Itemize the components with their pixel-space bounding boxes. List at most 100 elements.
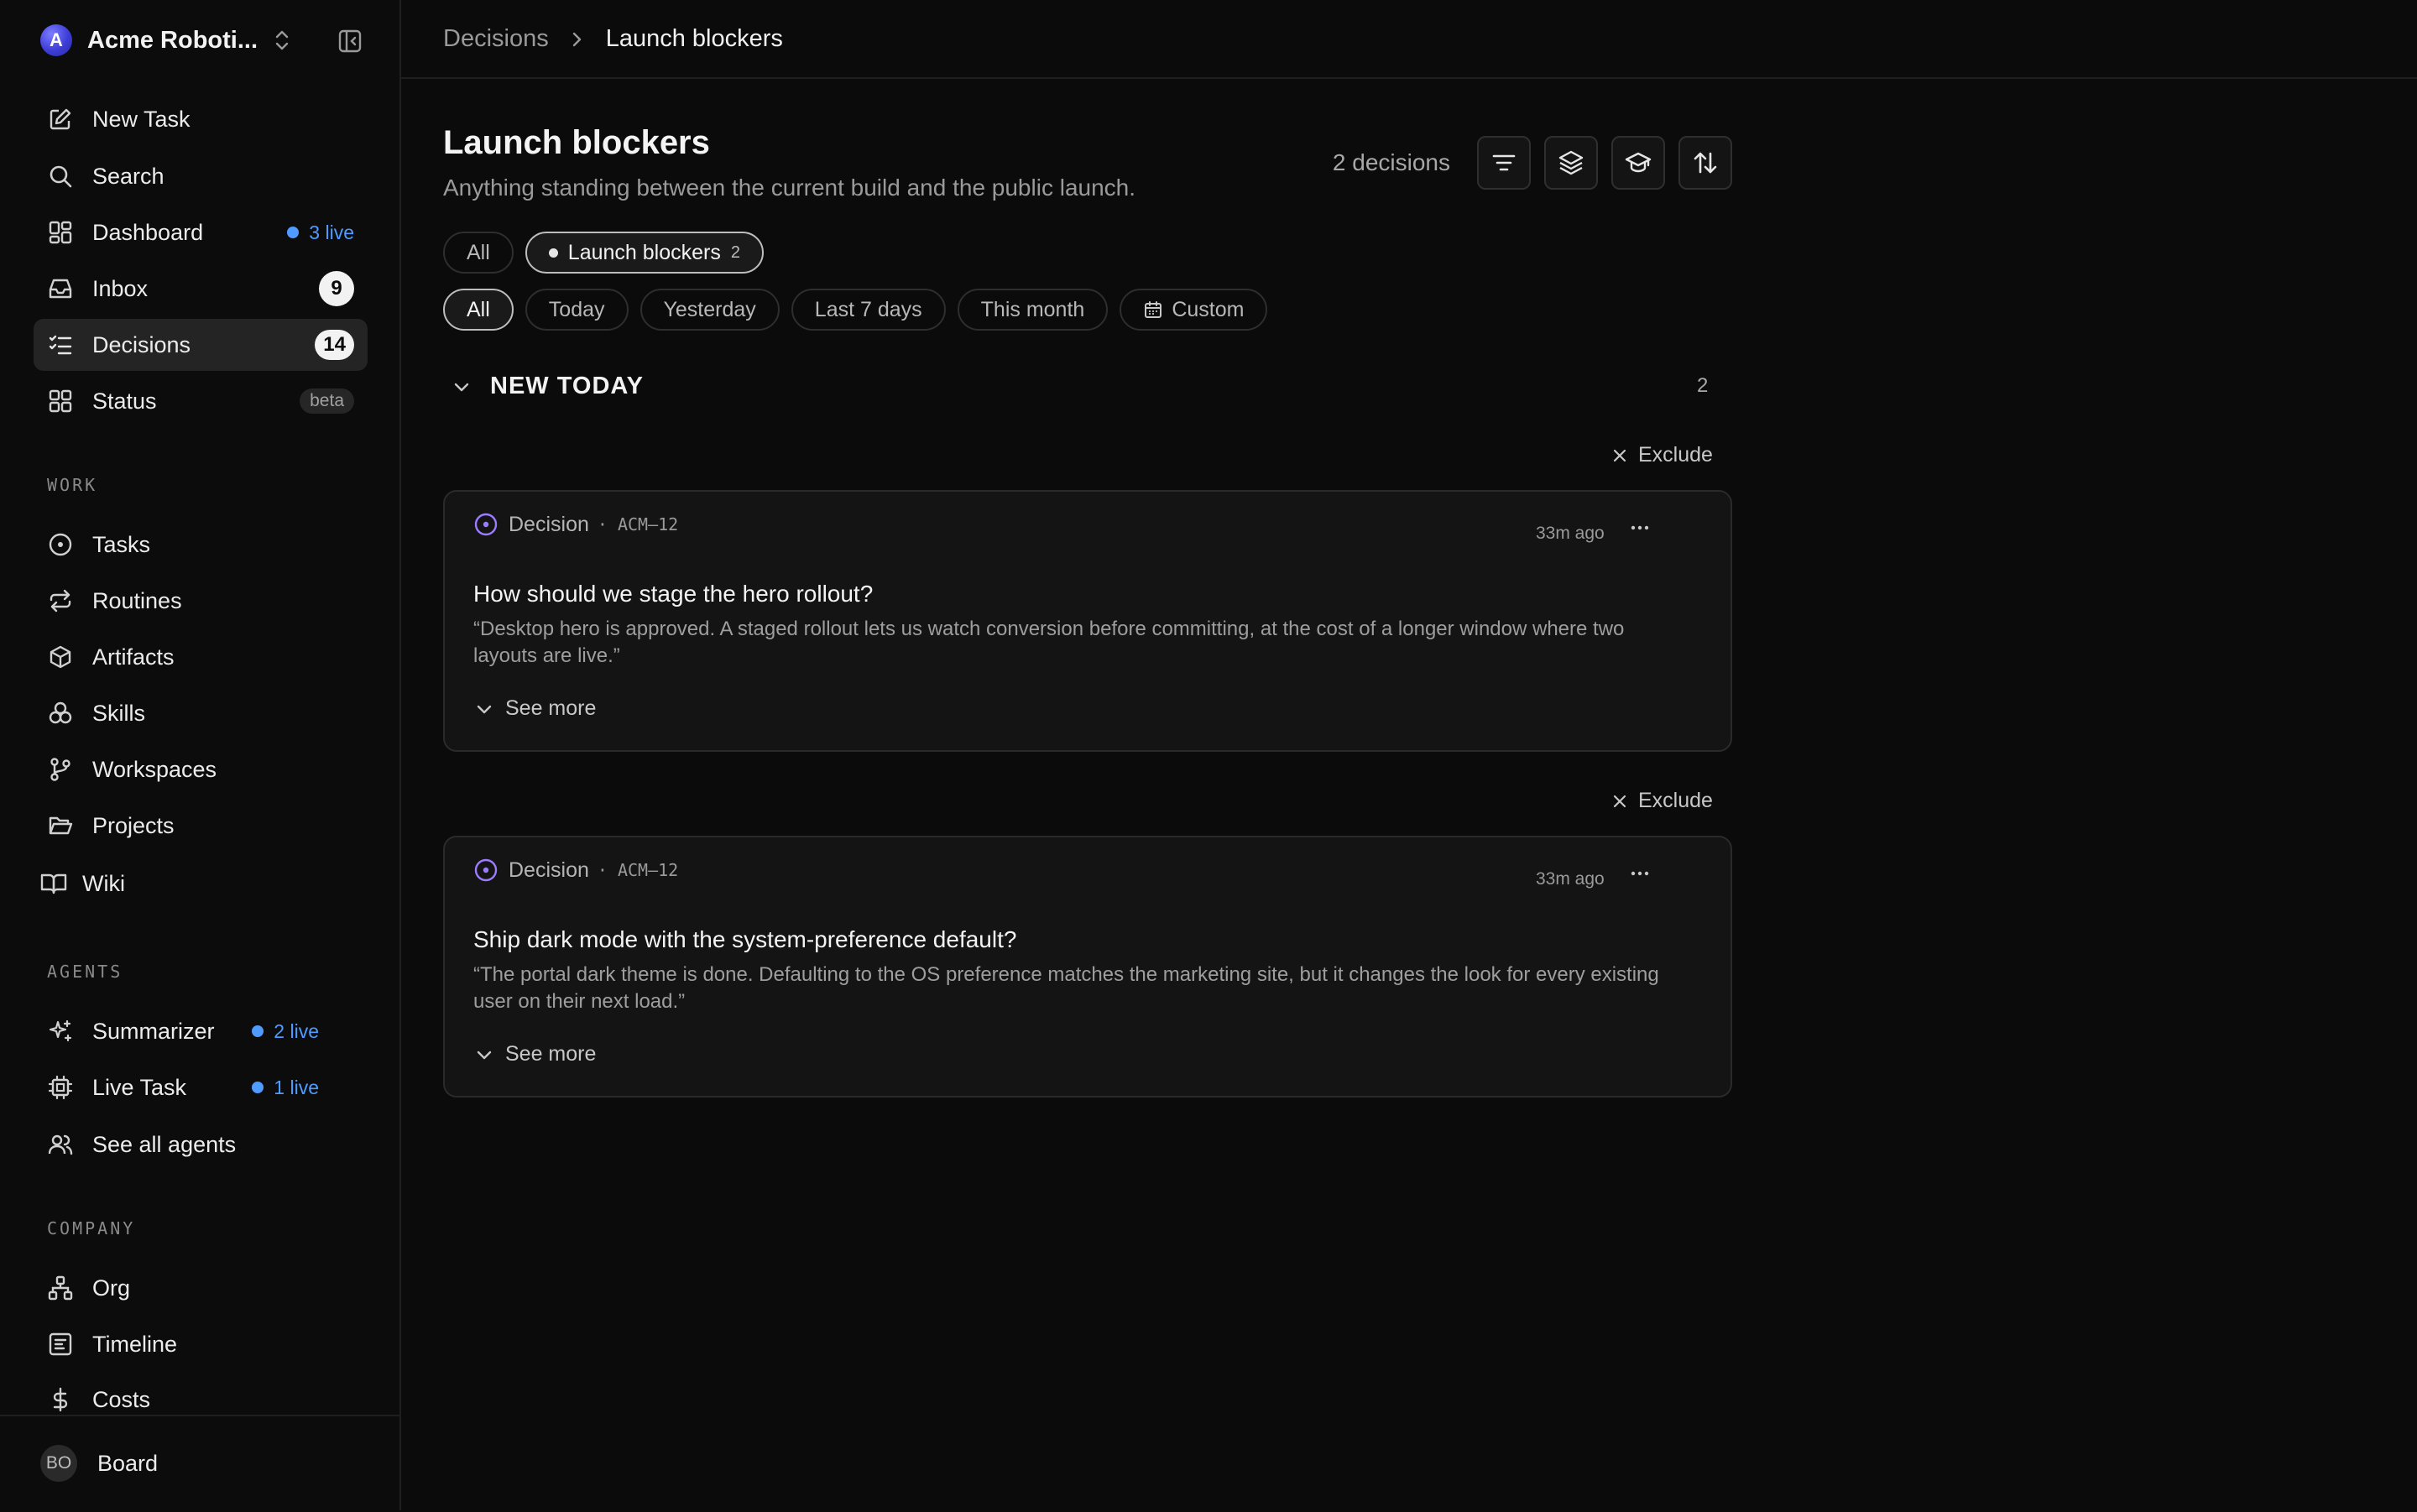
page-title: Launch blockers: [443, 124, 710, 161]
sidebar-item-artifacts[interactable]: Artifacts: [34, 631, 368, 683]
sidebar-item-projects[interactable]: Projects: [34, 800, 368, 852]
see-more-label: See more: [505, 696, 597, 720]
book-open-icon: [40, 870, 67, 897]
inbox-count-badge: 9: [319, 271, 354, 306]
live-dot: [287, 227, 300, 238]
inbox-icon: [47, 275, 74, 302]
calendar-icon: [1143, 300, 1163, 320]
chip-this-month[interactable]: This month: [957, 289, 1109, 331]
card-body: “The portal dark theme is done. Defaulti…: [473, 963, 1659, 1013]
chip-time-all[interactable]: All: [443, 289, 514, 331]
sidebar-item-label: Timeline: [92, 1331, 178, 1357]
sidebar-item-status[interactable]: Status beta: [34, 375, 368, 427]
filter-button[interactable]: [1477, 136, 1531, 190]
card-id[interactable]: · ACM–12: [598, 860, 678, 880]
sidebar-item-live-task[interactable]: Live Task 1 live: [34, 1061, 368, 1113]
breadcrumb-decisions[interactable]: Decisions: [443, 25, 549, 53]
sidebar-item-inbox[interactable]: Inbox 9: [34, 263, 368, 315]
sidebar: A Acme Roboti... New Task Search Dashboa…: [0, 0, 401, 1510]
user-menu[interactable]: BO Board: [40, 1445, 158, 1482]
workspace-avatar: A: [40, 24, 72, 56]
chip-custom[interactable]: Custom: [1120, 289, 1268, 331]
chevron-down-icon: [452, 377, 472, 397]
sidebar-footer: BO Board: [0, 1415, 399, 1512]
live-indicator: 1 live: [252, 1077, 319, 1099]
see-more-label: See more: [505, 1042, 597, 1066]
live-indicator: 2 live: [252, 1020, 319, 1043]
close-icon: [1611, 447, 1628, 464]
grid-icon: [47, 388, 74, 414]
decision-card[interactable]: Decision · ACM–12 33m ago How should we …: [443, 490, 1732, 752]
sidebar-item-see-all-agents[interactable]: See all agents: [34, 1118, 368, 1170]
sort-button[interactable]: [1678, 136, 1732, 190]
chip-today[interactable]: Today: [525, 289, 629, 331]
graduation-cap-icon: [1625, 152, 1652, 173]
exclude-label: Exclude: [1638, 443, 1713, 467]
group-header-new-today[interactable]: NEW TODAY 2: [452, 373, 1710, 400]
sidebar-item-label: Workspaces: [92, 756, 217, 782]
card-meta: Decision · ACM–12: [473, 512, 678, 537]
chip-yesterday[interactable]: Yesterday: [639, 289, 780, 331]
live-indicator: 3 live: [287, 222, 354, 244]
filter-lines-icon: [1492, 154, 1516, 171]
cpu-icon: [47, 1074, 74, 1101]
card-timestamp: 33m ago: [1536, 869, 1605, 889]
sidebar-item-workspaces[interactable]: Workspaces: [34, 743, 368, 795]
sidebar-item-new-task[interactable]: New Task: [34, 93, 368, 145]
collapse-sidebar-icon[interactable]: [336, 27, 364, 55]
sidebar-item-tasks[interactable]: Tasks: [34, 519, 368, 571]
sidebar-item-label: Dashboard: [92, 219, 204, 245]
package-icon: [47, 644, 74, 670]
chevron-down-icon: [475, 700, 493, 718]
workspace-name: Acme Roboti...: [87, 26, 258, 54]
sidebar-item-skills[interactable]: Skills: [34, 687, 368, 739]
decisions-count: 2 decisions: [1332, 149, 1450, 175]
card-timestamp: 33m ago: [1536, 524, 1605, 543]
see-more-button[interactable]: See more: [475, 1042, 596, 1066]
see-more-button[interactable]: See more: [475, 696, 596, 721]
sidebar-item-label: Summarizer: [92, 1018, 215, 1044]
dollar-icon: [47, 1386, 74, 1413]
sidebar-item-wiki[interactable]: Wiki: [27, 858, 361, 910]
sidebar-item-summarizer[interactable]: Summarizer 2 live: [34, 1005, 368, 1057]
sidebar-item-timeline[interactable]: Timeline: [34, 1318, 368, 1370]
sparkles-icon: [47, 1018, 74, 1045]
sidebar-item-search[interactable]: Search: [34, 150, 368, 202]
live-dot: [252, 1025, 264, 1037]
exclude-button[interactable]: Exclude: [1611, 789, 1713, 813]
edit-icon: [47, 106, 74, 133]
decision-card[interactable]: Decision · ACM–12 33m ago Ship dark mode…: [443, 836, 1732, 1098]
chip-scope-all[interactable]: All: [443, 232, 514, 274]
sidebar-item-dashboard[interactable]: Dashboard 3 live: [34, 206, 368, 258]
card-type: Decision: [509, 858, 589, 882]
workspace-switcher[interactable]: A Acme Roboti...: [40, 23, 359, 57]
sidebar-item-label: Status: [92, 388, 157, 414]
learn-button[interactable]: [1611, 136, 1665, 190]
sidebar-item-label: Org: [92, 1275, 131, 1301]
chip-dot: [548, 248, 558, 258]
chip-label: Custom: [1172, 297, 1245, 321]
more-icon[interactable]: [1630, 869, 1650, 878]
sidebar-item-label: Search: [92, 163, 164, 189]
group-button[interactable]: [1544, 136, 1598, 190]
chip-count: 2: [730, 242, 740, 262]
sidebar-item-decisions[interactable]: Decisions 14: [34, 319, 368, 371]
card-body: “Desktop hero is approved. A staged roll…: [473, 618, 1625, 667]
group-title: NEW TODAY: [490, 373, 645, 399]
circle-dot-icon: [47, 531, 74, 558]
exclude-button[interactable]: Exclude: [1611, 443, 1713, 467]
sidebar-item-routines[interactable]: Routines: [34, 575, 368, 627]
repeat-icon: [47, 587, 74, 614]
list-checks-icon: [47, 331, 74, 358]
page-subtitle: Anything standing between the current bu…: [443, 175, 1136, 201]
timeline-icon: [47, 1331, 74, 1358]
sidebar-item-org[interactable]: Org: [34, 1262, 368, 1314]
chip-last-7-days[interactable]: Last 7 days: [791, 289, 946, 331]
sidebar-item-label: Tasks: [92, 531, 151, 557]
search-icon: [47, 163, 74, 190]
chip-launch-blockers[interactable]: Launch blockers 2: [525, 232, 764, 274]
more-icon[interactable]: [1630, 524, 1650, 532]
scope-filter-chips: All Launch blockers 2: [443, 232, 775, 274]
breadcrumb: Decisions Launch blockers: [443, 25, 783, 53]
card-id[interactable]: · ACM–12: [598, 514, 678, 534]
